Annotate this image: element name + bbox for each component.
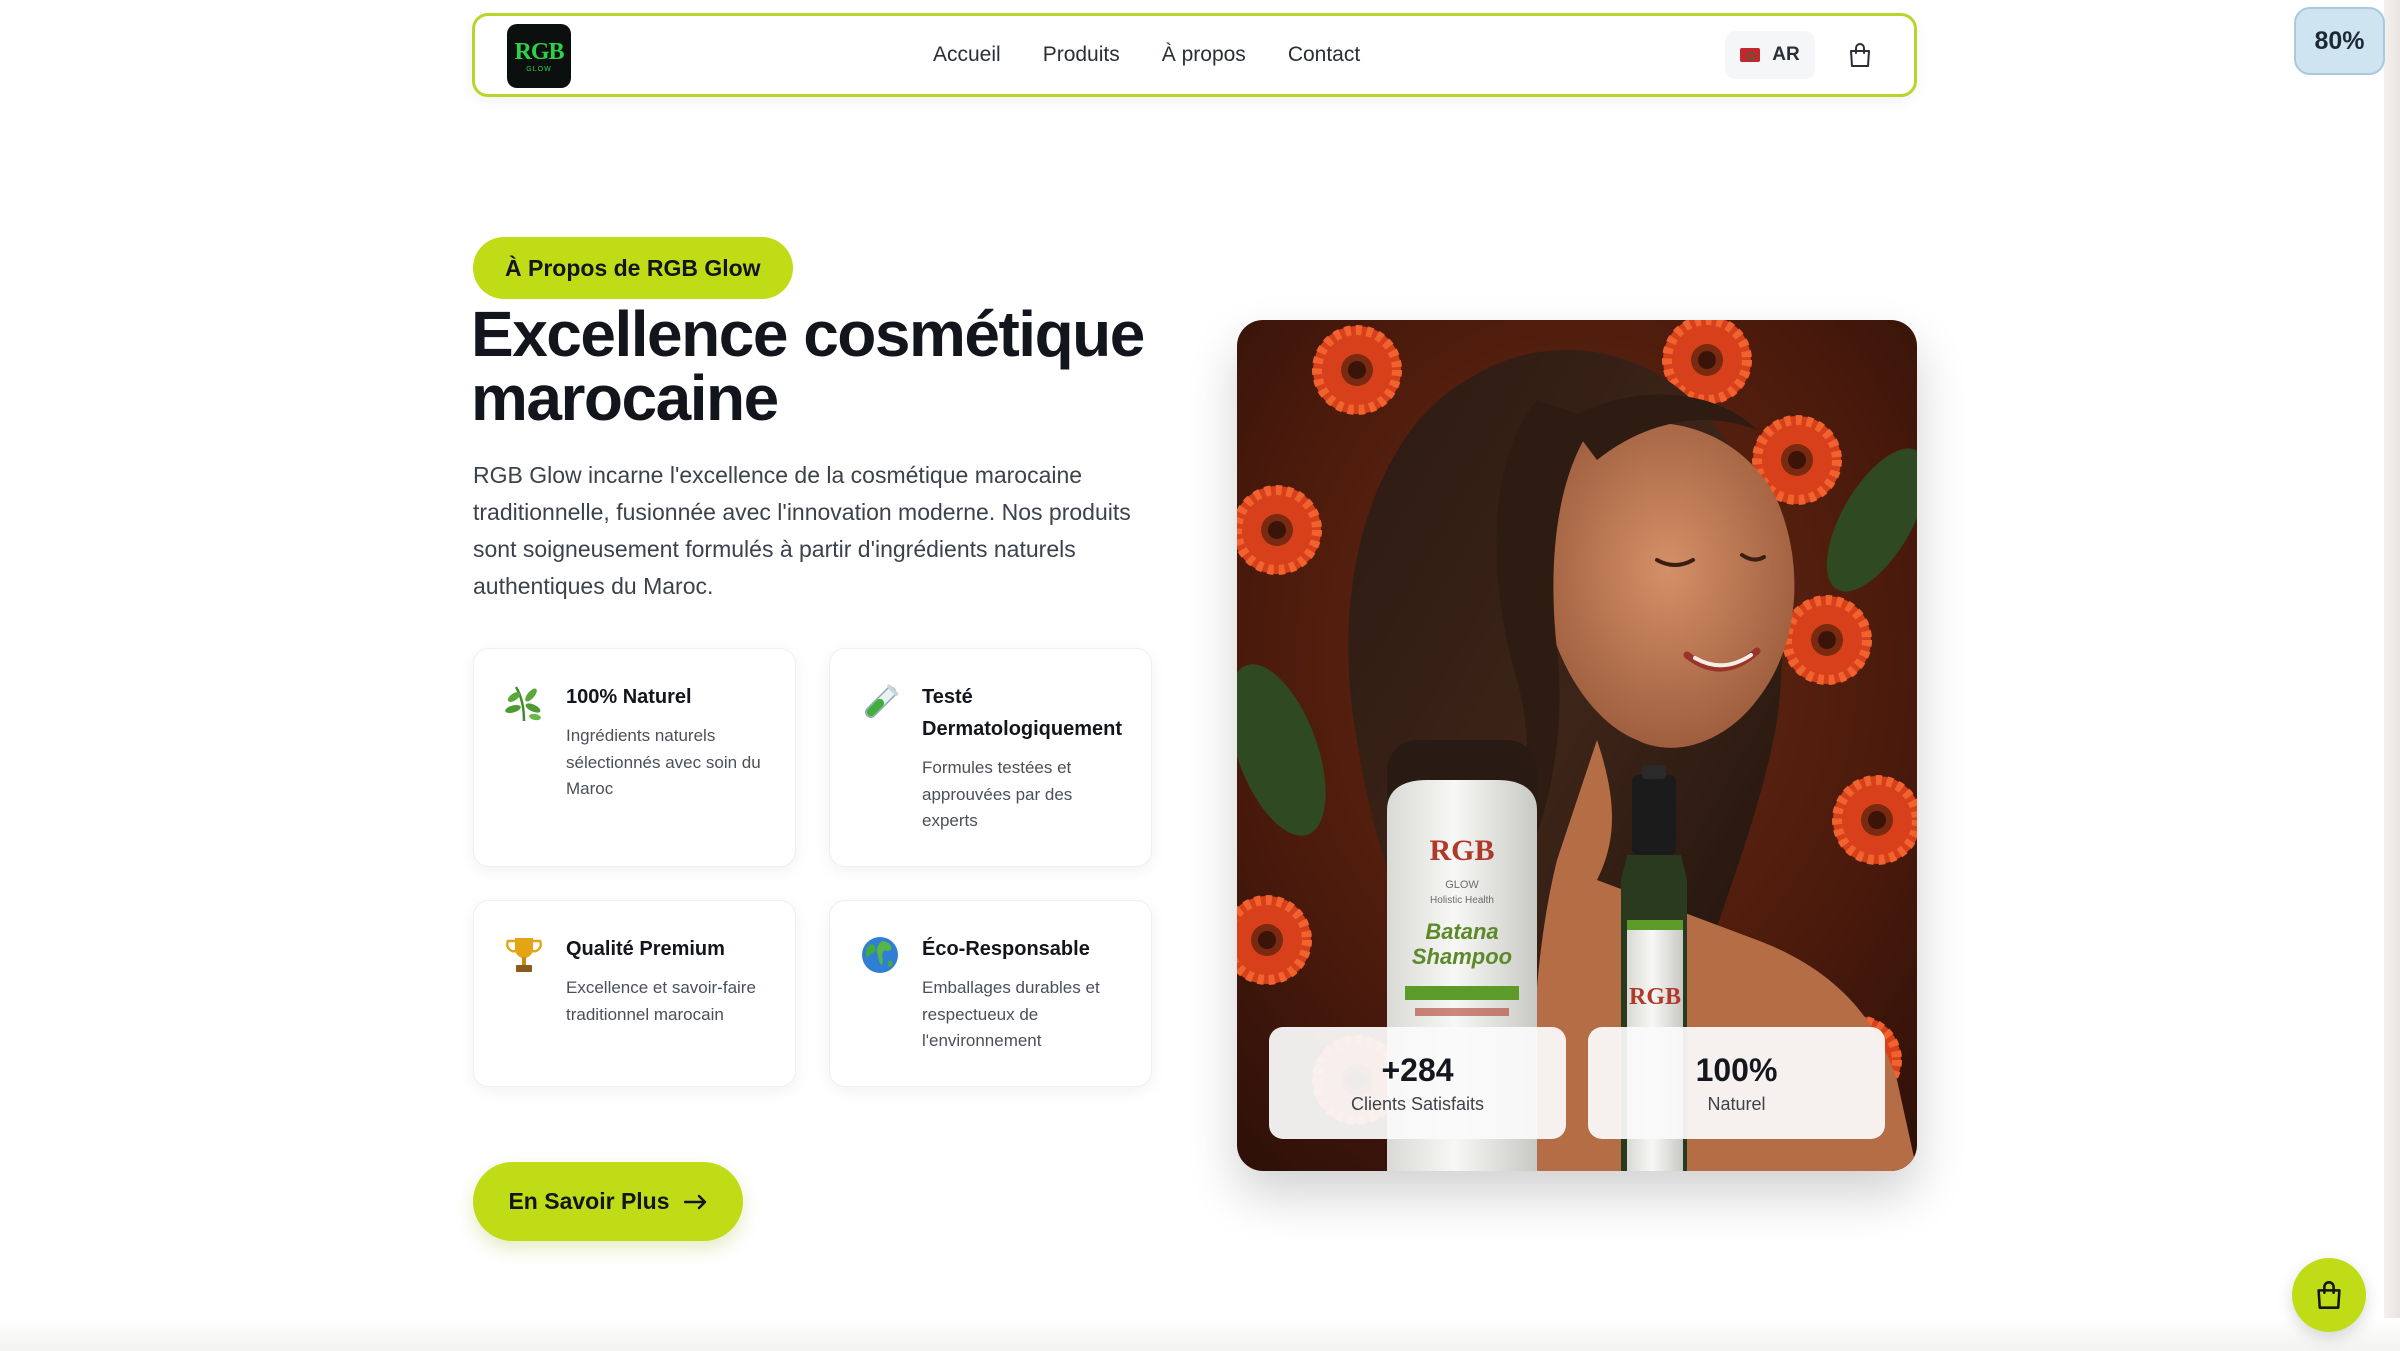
next-section-edge bbox=[0, 1318, 2400, 1351]
spray-bottle-brand: RGB bbox=[1629, 984, 1681, 1010]
feature-card-eco: Éco-Responsable Emballages durables et r… bbox=[829, 900, 1152, 1087]
feature-description: Ingrédients naturels sélectionnés avec s… bbox=[566, 726, 761, 798]
bottle-brand-subtext: GLOW bbox=[1445, 879, 1479, 891]
navbar: RGB GLOW Accueil Produits À propos Conta… bbox=[472, 13, 1917, 97]
language-switch-button[interactable]: AR bbox=[1725, 31, 1815, 79]
page-edge-shade bbox=[2384, 0, 2400, 1351]
about-description: RGB Glow incarne l'excellence de la cosm… bbox=[473, 462, 1131, 599]
stat-card-clients: +284 Clients Satisfaits bbox=[1269, 1027, 1566, 1139]
page-title: Excellence cosmétique marocaine bbox=[471, 298, 1145, 434]
bottle-product-name: Batana bbox=[1425, 919, 1498, 944]
zoom-level-indicator[interactable]: 80% bbox=[2294, 7, 2385, 75]
language-label: AR bbox=[1772, 44, 1800, 65]
floating-cart-button[interactable] bbox=[2292, 1258, 2366, 1332]
nav-link-contact[interactable]: Contact bbox=[1288, 43, 1360, 67]
feature-description: Excellence et savoir-faire traditionnel … bbox=[566, 978, 756, 1024]
feature-title: Éco-Responsable bbox=[922, 938, 1090, 960]
feature-card-teste: Testé Dermatologiquement Formules testée… bbox=[829, 648, 1152, 867]
feature-description: Emballages durables et respectueux de l'… bbox=[922, 978, 1100, 1050]
shopping-bag-icon bbox=[2317, 1281, 2341, 1309]
learn-more-button[interactable]: En Savoir Plus bbox=[473, 1162, 743, 1241]
feature-title: 100% Naturel bbox=[566, 686, 692, 708]
test-tube-icon bbox=[865, 684, 899, 718]
hero-product-image: RGB GLOW Holistic Health Batana Shampoo … bbox=[1237, 320, 1917, 1171]
feature-card-naturel: 100% Naturel Ingrédients naturels sélect… bbox=[473, 648, 796, 867]
logo-subtext: GLOW bbox=[526, 65, 552, 73]
nav-link-accueil[interactable]: Accueil bbox=[933, 43, 1001, 67]
shopping-bag-icon bbox=[1850, 43, 1870, 67]
nav-link-a-propos[interactable]: À propos bbox=[1162, 43, 1246, 67]
learn-more-label: En Savoir Plus bbox=[508, 1188, 670, 1214]
globe-icon bbox=[862, 937, 898, 973]
stat-label: Clients Satisfaits bbox=[1350, 1093, 1485, 1114]
herb-icon bbox=[505, 686, 541, 722]
section-badge: À Propos de RGB Glow bbox=[473, 237, 793, 299]
feature-title: Qualité Premium bbox=[566, 938, 725, 960]
bottle-tagline: Holistic Health bbox=[1430, 895, 1494, 906]
stat-label: Naturel bbox=[1707, 1093, 1766, 1114]
trophy-icon bbox=[505, 938, 543, 972]
stat-value: 100% bbox=[1695, 1051, 1778, 1088]
brand-logo[interactable]: RGB GLOW bbox=[507, 24, 571, 88]
logo-mark: RGB bbox=[514, 38, 564, 65]
feature-card-qualite: Qualité Premium Excellence et savoir-fai… bbox=[473, 900, 796, 1087]
bottle-product-type: Shampoo bbox=[1412, 944, 1512, 969]
feature-title: Testé Dermatologiquement bbox=[922, 686, 1123, 740]
morocco-flag-icon bbox=[1740, 48, 1761, 62]
feature-description: Formules testées et approuvées par des e… bbox=[922, 758, 1073, 830]
nav-link-produits[interactable]: Produits bbox=[1043, 43, 1120, 67]
nav-links: Accueil Produits À propos Contact bbox=[933, 16, 1402, 94]
bottle-brand-text: RGB bbox=[1429, 834, 1494, 867]
cart-button[interactable] bbox=[1843, 38, 1877, 72]
stat-value: +284 bbox=[1381, 1051, 1454, 1088]
arrow-right-icon bbox=[683, 1194, 706, 1209]
stat-card-naturel: 100% Naturel bbox=[1588, 1027, 1885, 1139]
